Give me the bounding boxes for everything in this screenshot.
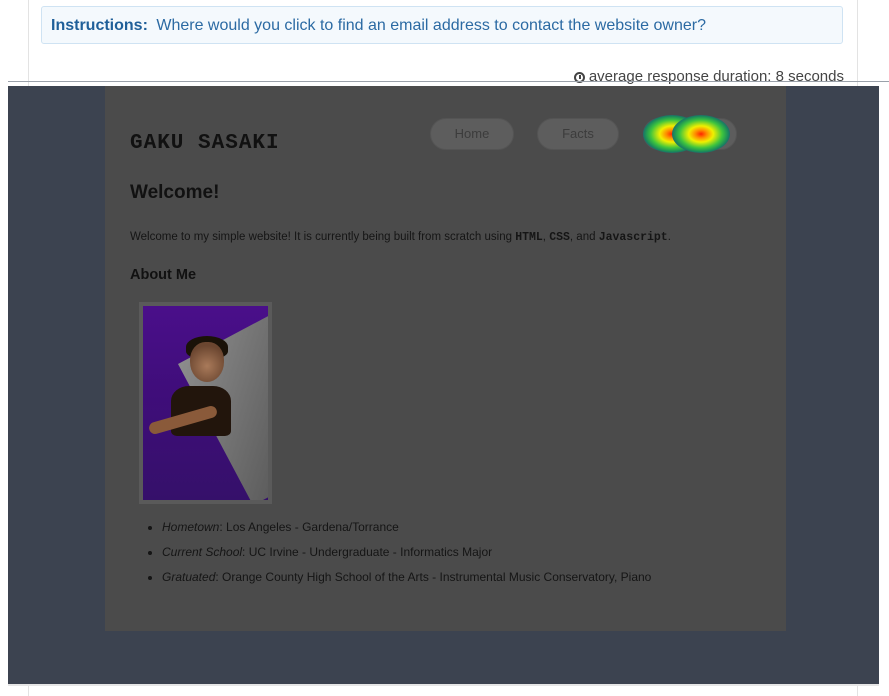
list-item: Hometown: Los Angeles - Gardena/Torrance [162,519,651,544]
fact-value: : UC Irvine - Undergraduate - Informatic… [242,545,493,559]
bottom-divider [8,684,879,686]
profile-photo [139,302,272,504]
response-duration-text: average response duration: 8 seconds [588,68,844,85]
instructions-label: Instructions: [51,17,148,34]
fact-value: : Orange County High School of the Arts … [215,570,652,584]
facts-list: Hometown: Los Angeles - Gardena/Torrance… [138,519,651,594]
nav-third-button[interactable] [643,118,737,150]
site-title: GAKU SASAKI [130,132,280,155]
fact-key: Current School [162,545,243,559]
profile-photo-image [143,306,268,500]
website-screenshot: GAKU SASAKI Home Facts Welcome! Welcome … [8,86,879,684]
code-html: HTML [515,231,543,244]
code-css: CSS [549,231,570,244]
instructions-text: Where would you click to find an email a… [156,17,706,34]
intro-end: . [667,231,671,243]
nav-home-button[interactable]: Home [430,118,514,150]
response-duration: average response duration: 8 seconds [573,68,844,86]
about-heading: About Me [130,267,197,283]
welcome-heading: Welcome! [130,182,220,203]
fact-value: : Los Angeles - Gardena/Torrance [219,520,399,534]
nav-facts-button[interactable]: Facts [537,118,619,150]
intro-paragraph: Welcome to my simple website! It is curr… [130,231,671,244]
divider [8,81,889,82]
code-javascript: Javascript [598,231,668,244]
website-panel: GAKU SASAKI Home Facts Welcome! Welcome … [105,86,786,631]
list-item: Current School: UC Irvine - Undergraduat… [162,544,651,569]
intro-text: Welcome to my simple website! It is curr… [130,231,516,243]
intro-sep: , and [569,231,599,243]
fact-key: Gratuated [162,570,216,584]
list-item: Gratuated: Orange County High School of … [162,569,651,594]
fact-key: Hometown [162,520,220,534]
instructions-box: Instructions: Where would you click to f… [41,6,843,44]
